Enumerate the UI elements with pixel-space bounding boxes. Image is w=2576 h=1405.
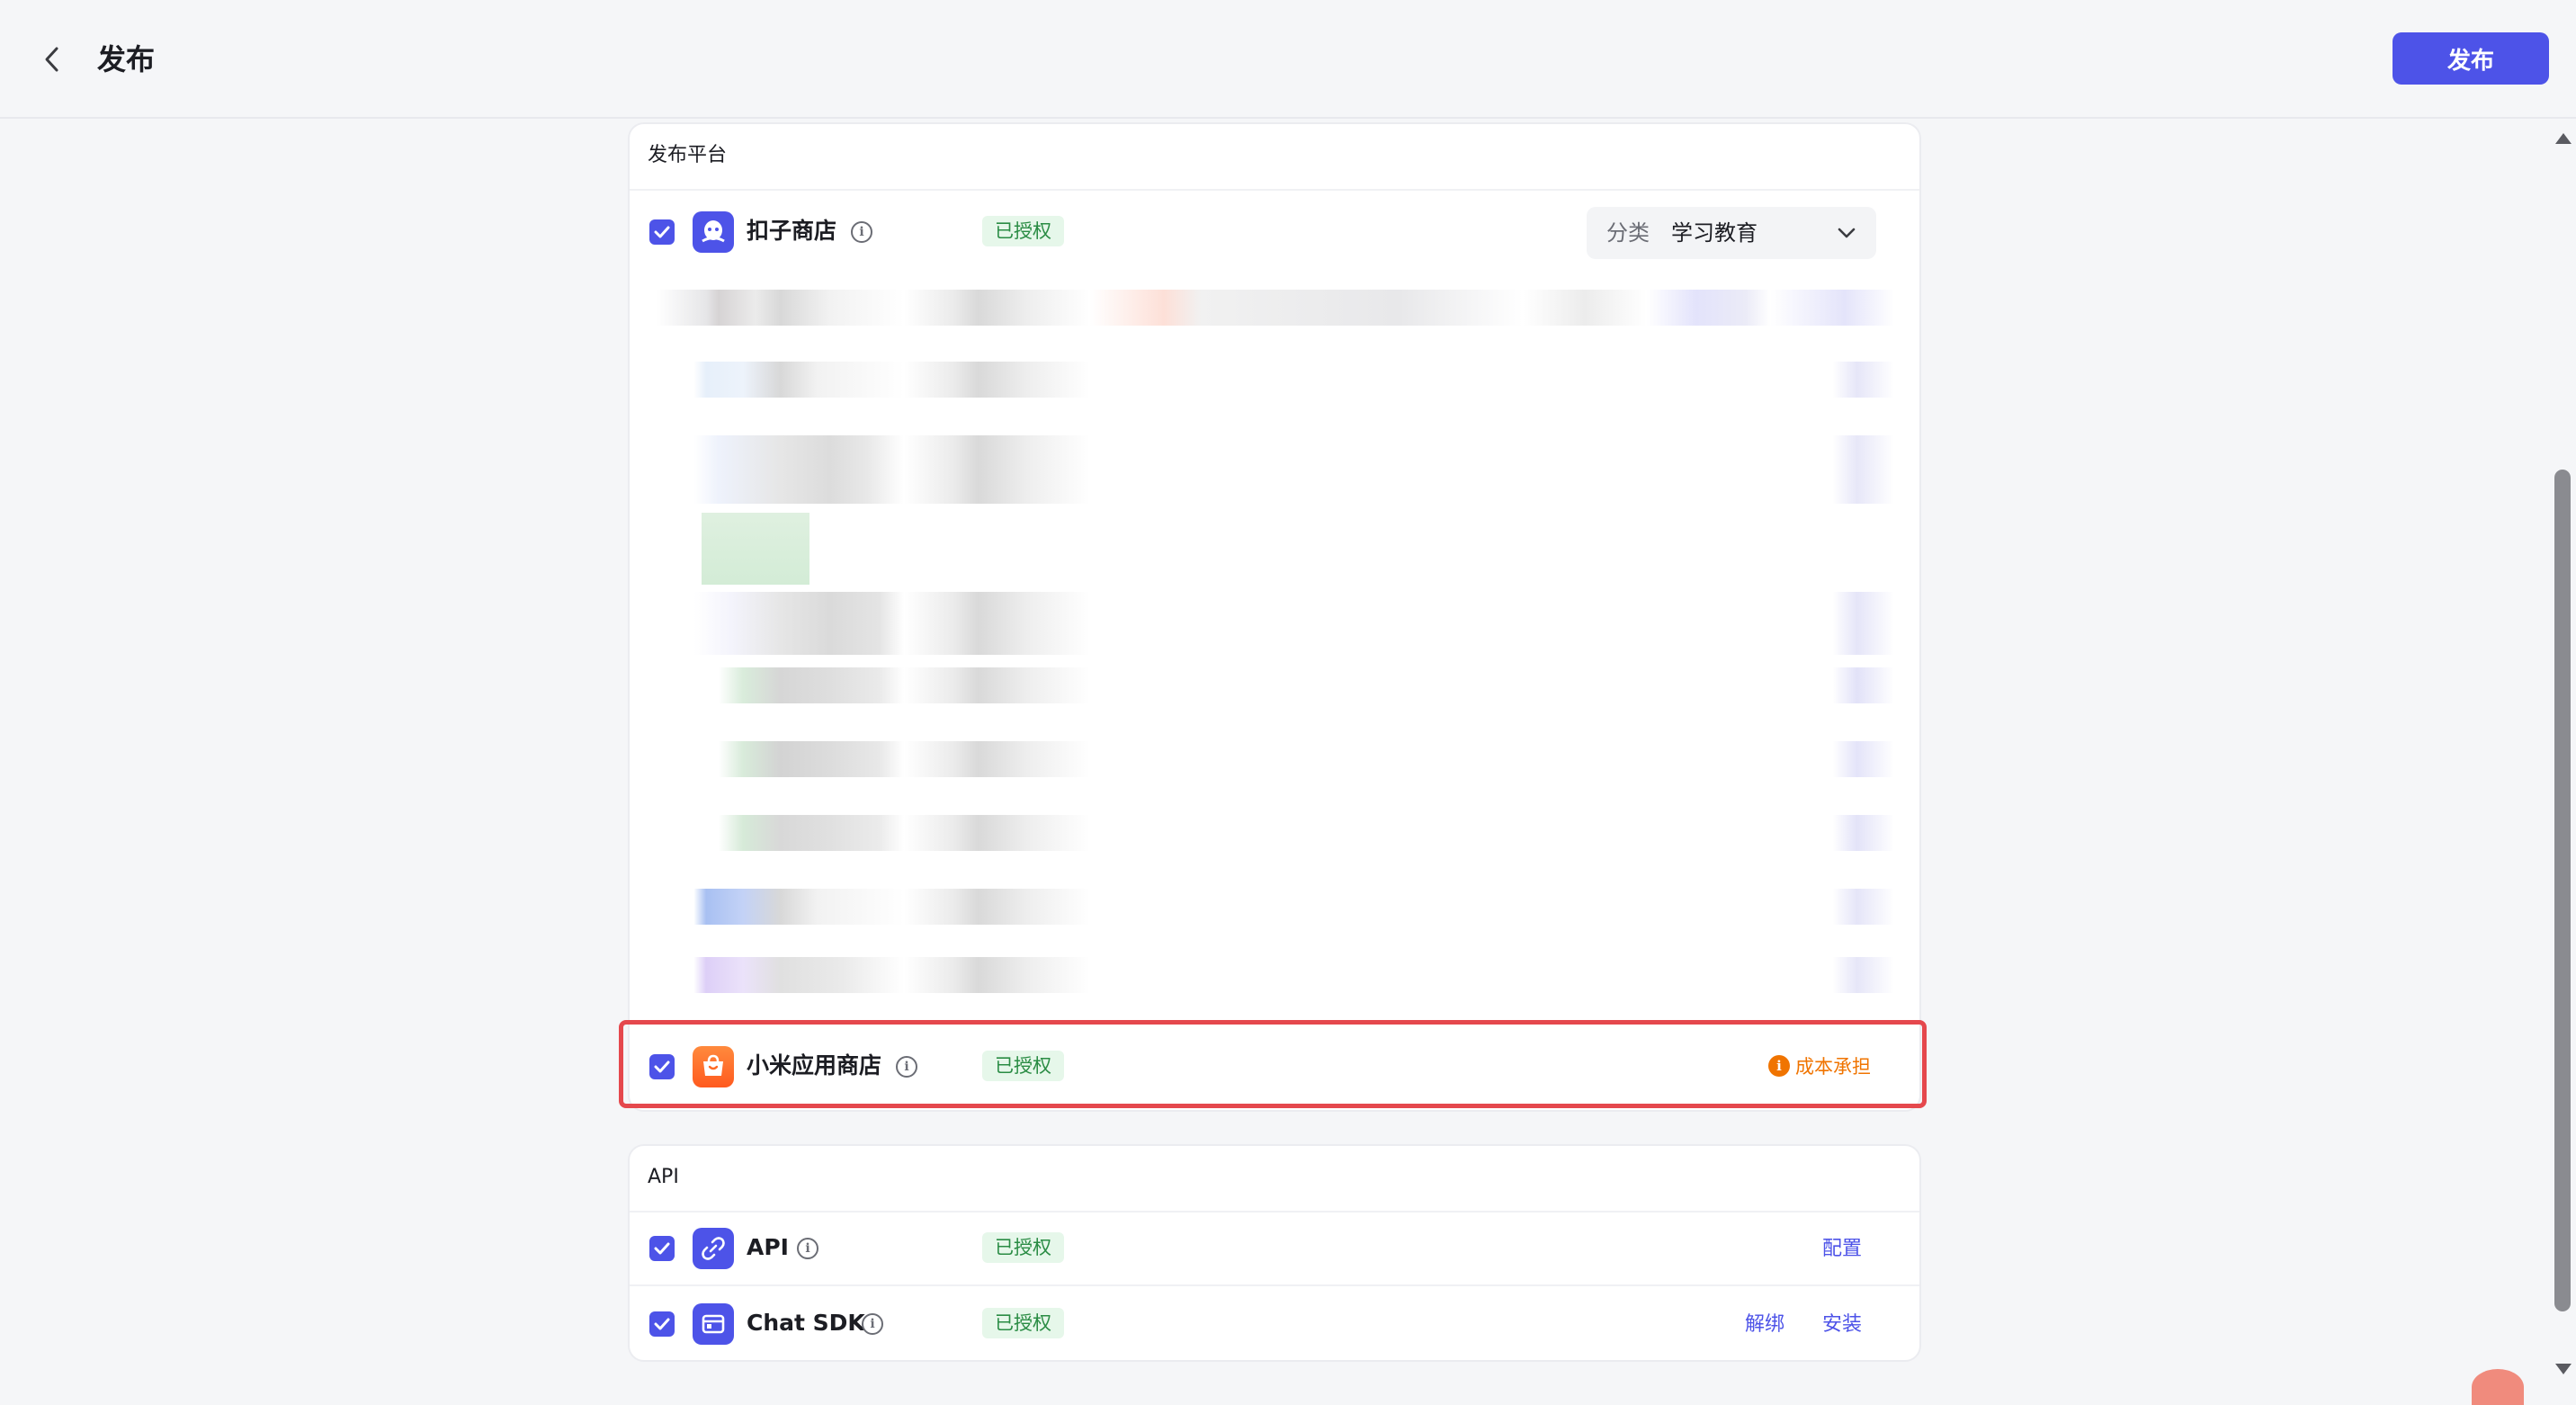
scrollbar-thumb[interactable]: [2554, 470, 2571, 1311]
category-select[interactable]: 分类 学习教育: [1587, 207, 1876, 259]
page-title: 发布: [97, 42, 156, 76]
api-checkbox[interactable]: [649, 1236, 675, 1261]
warning-icon: i: [1768, 1055, 1790, 1077]
coze-store-checkbox[interactable]: [649, 219, 675, 245]
back-icon[interactable]: [34, 41, 70, 77]
divider: [630, 1211, 1919, 1213]
api-name: API: [747, 1234, 789, 1260]
cost-bearing-label: 成本承担: [1795, 1056, 1871, 1078]
check-icon: [654, 226, 670, 238]
chat-sdk-name: Chat SDK: [747, 1310, 865, 1336]
coze-store-status-badge: 已授权: [982, 216, 1064, 246]
divider: [630, 189, 1919, 191]
api-status-badge: 已授权: [982, 1232, 1064, 1263]
divider: [630, 1284, 1919, 1286]
category-value: 学习教育: [1671, 220, 1758, 246]
xiaomi-row-highlight: [619, 1020, 1927, 1108]
check-icon: [654, 1242, 670, 1255]
chat-sdk-checkbox[interactable]: [649, 1311, 675, 1337]
chat-sdk-unbind-link[interactable]: 解绑: [1745, 1311, 1784, 1338]
chat-sdk-status-badge: 已授权: [982, 1308, 1064, 1338]
api-configure-link[interactable]: 配置: [1822, 1236, 1862, 1263]
top-bar: 发布 发布: [0, 0, 2576, 119]
info-icon[interactable]: i: [851, 221, 872, 243]
cost-bearing-link[interactable]: i 成本承担: [1768, 1052, 1871, 1079]
api-section-title: API: [648, 1166, 679, 1188]
chat-sdk-icon: [693, 1303, 734, 1345]
chevron-down-icon: [1838, 228, 1856, 238]
blurred-content: [657, 290, 1894, 1020]
scroll-up-arrow-icon[interactable]: [2555, 133, 2572, 144]
coze-store-icon: [693, 211, 734, 253]
chat-sdk-install-link[interactable]: 安装: [1822, 1311, 1862, 1338]
coze-store-name: 扣子商店: [747, 218, 837, 244]
category-label: 分类: [1606, 220, 1650, 246]
api-link-icon: [693, 1228, 734, 1269]
info-icon[interactable]: i: [797, 1238, 818, 1259]
api-card: API API i 已授权 配置 Chat SDK i 已授权 解绑 安装: [628, 1144, 1921, 1362]
assistant-mascot-icon[interactable]: [2472, 1369, 2524, 1405]
platform-card: 发布平台 扣子商店 i 已授权 分类 学习教育 小米应用商店 i 已授权: [628, 122, 1921, 1112]
page-scrollbar[interactable]: [2551, 122, 2576, 1382]
platform-section-title: 发布平台: [648, 144, 728, 166]
publish-button[interactable]: 发布: [2393, 32, 2549, 85]
scroll-down-arrow-icon[interactable]: [2555, 1364, 2572, 1374]
info-icon[interactable]: i: [862, 1313, 883, 1335]
check-icon: [654, 1318, 670, 1330]
